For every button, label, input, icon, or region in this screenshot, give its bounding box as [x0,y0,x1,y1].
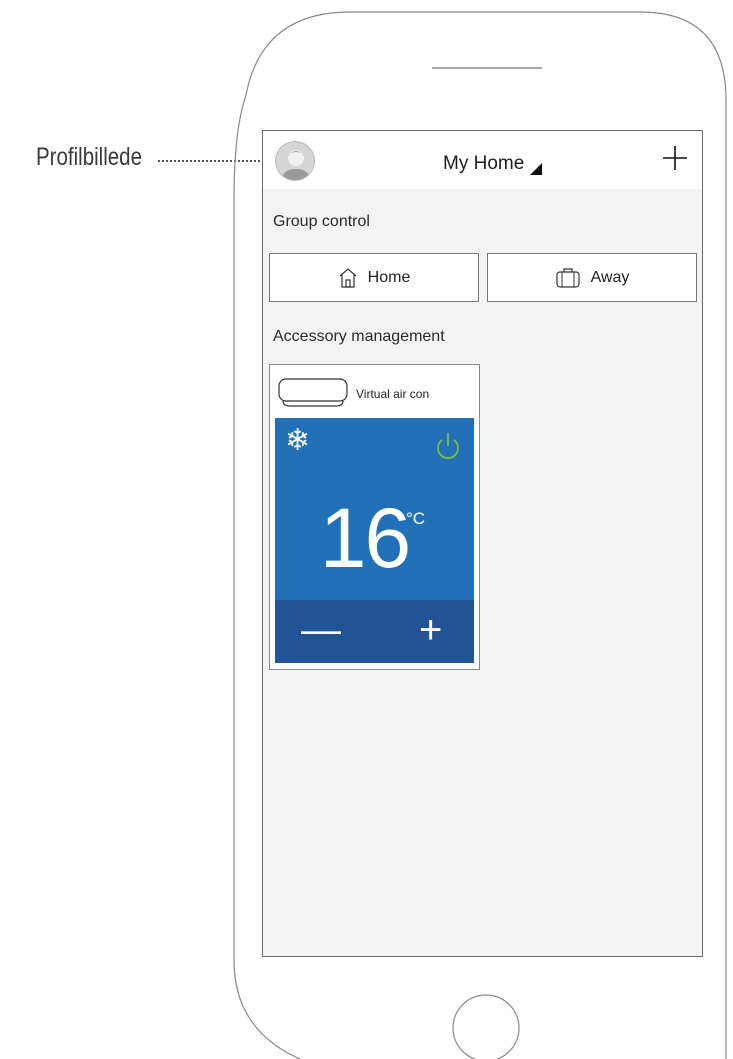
accessory-temperature-controls: — + [275,600,474,663]
top-bar: My Home [263,131,702,189]
away-mode-label: Away [590,268,630,286]
temperature-value: 16 [319,491,411,585]
home-button [452,994,520,1059]
profile-avatar[interactable] [275,141,315,181]
accessory-status-panel: ❄ 16 °C [275,418,474,600]
home-name: My Home [443,153,525,174]
plus-icon [663,146,687,170]
app-screen: My Home Group control Home Away Accessor… [262,130,703,957]
accessory-card[interactable]: Virtual air con ❄ 16 °C — + [269,364,480,670]
accessory-name: Virtual air con [356,387,430,401]
home-selector[interactable]: My Home [443,153,543,175]
decrease-temperature-button[interactable]: — [301,610,341,650]
home-mode-button[interactable]: Home [269,253,479,302]
power-icon[interactable] [434,431,462,461]
avatar-person-icon [281,150,311,180]
increase-temperature-button[interactable]: + [419,610,442,650]
group-control-heading: Group control [273,213,370,230]
accessory-card-header: Virtual air con [270,365,479,411]
accessory-management-heading: Accessory management [273,328,445,345]
snowflake-icon: ❄ [285,424,311,457]
suitcase-icon [555,267,580,288]
home-mode-label: Home [367,268,411,286]
temperature-unit: °C [406,509,426,528]
add-button[interactable] [660,143,690,173]
dropdown-triangle-icon [530,163,543,175]
away-mode-button[interactable]: Away [487,253,697,302]
air-conditioner-icon [278,378,348,407]
house-icon [339,267,357,288]
